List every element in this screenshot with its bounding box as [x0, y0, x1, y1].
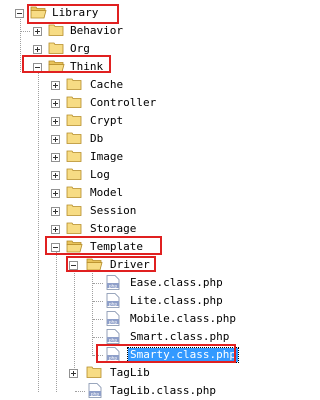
folder-icon — [66, 168, 82, 180]
tree-node-behavior[interactable]: Behavior — [0, 22, 300, 40]
collapse-toggle[interactable] — [15, 9, 24, 18]
tree-node-session[interactable]: Session — [0, 202, 300, 220]
tree-guide — [93, 319, 103, 320]
folder-icon — [66, 96, 82, 108]
node-label: TagLib — [110, 366, 150, 379]
node-label: Ease.class.php — [130, 276, 223, 289]
node-label: Db — [90, 132, 104, 145]
expand-toggle[interactable] — [51, 189, 60, 198]
folder-icon — [66, 222, 82, 234]
svg-text:php: php — [109, 319, 118, 325]
tree-guide — [93, 337, 103, 338]
expand-toggle[interactable] — [51, 207, 60, 216]
folder-icon — [66, 150, 82, 162]
node-label: Crypt — [90, 114, 124, 127]
highlight-box — [22, 55, 111, 73]
php-file-icon: php — [106, 329, 120, 344]
expand-toggle[interactable] — [51, 99, 60, 108]
highlight-box — [66, 256, 156, 272]
node-label: Smart.class.php — [130, 330, 230, 343]
highlight-box — [45, 236, 162, 255]
php-file-icon: php — [106, 275, 120, 290]
folder-icon — [48, 42, 64, 54]
node-label: Org — [70, 42, 90, 55]
tree-node-crypt[interactable]: Crypt — [0, 112, 300, 130]
node-label: Lite.class.php — [130, 294, 223, 307]
folder-icon — [66, 204, 82, 216]
expand-toggle[interactable] — [51, 225, 60, 234]
expand-toggle[interactable] — [51, 171, 60, 180]
php-file-icon: php — [88, 383, 102, 398]
folder-icon — [86, 366, 102, 378]
tree-file-ease[interactable]: php Ease.class.php — [0, 274, 300, 292]
tree-guide — [93, 283, 103, 284]
tree-guide — [75, 391, 85, 392]
folder-icon — [66, 186, 82, 198]
node-label: Model — [90, 186, 124, 199]
svg-text:php: php — [109, 283, 118, 289]
node-label: Log — [90, 168, 110, 181]
node-label: Session — [90, 204, 137, 217]
tree-node-log[interactable]: Log — [0, 166, 300, 184]
node-label: Mobile.class.php — [130, 312, 236, 325]
svg-text:php: php — [109, 337, 118, 343]
tree-file-lite[interactable]: php Lite.class.php — [0, 292, 300, 310]
expand-toggle[interactable] — [69, 369, 78, 378]
folder-icon — [66, 78, 82, 90]
node-label: Behavior — [70, 24, 123, 37]
node-label: TagLib.class.php — [110, 384, 216, 397]
php-file-icon: php — [106, 293, 120, 308]
svg-text:php: php — [91, 391, 100, 397]
php-file-icon: php — [106, 311, 120, 326]
tree-guide — [20, 31, 30, 32]
tree-node-taglib[interactable]: TagLib — [0, 364, 300, 382]
folder-icon — [66, 132, 82, 144]
tree-node-cache[interactable]: Cache — [0, 76, 300, 94]
tree-file-mobile[interactable]: php Mobile.class.php — [0, 310, 300, 328]
tree-node-model[interactable]: Model — [0, 184, 300, 202]
tree-file-taglib[interactable]: php TagLib.class.php — [0, 382, 300, 400]
node-label: Storage — [90, 222, 137, 235]
tree-node-db[interactable]: Db — [0, 130, 300, 148]
node-label: Controller — [90, 96, 157, 109]
tree-node-controller[interactable]: Controller — [0, 94, 300, 112]
expand-toggle[interactable] — [33, 27, 42, 36]
node-label: Cache — [90, 78, 124, 91]
expand-toggle[interactable] — [51, 117, 60, 126]
svg-text:php: php — [109, 301, 118, 307]
expand-toggle[interactable] — [33, 45, 42, 54]
tree-guide — [93, 301, 103, 302]
folder-icon — [48, 24, 64, 36]
expand-toggle[interactable] — [51, 135, 60, 144]
folder-icon — [66, 114, 82, 126]
expand-toggle[interactable] — [51, 153, 60, 162]
highlight-box — [27, 4, 119, 24]
node-label: Image — [90, 150, 124, 163]
expand-toggle[interactable] — [51, 81, 60, 90]
tree-node-image[interactable]: Image — [0, 148, 300, 166]
highlight-box — [96, 344, 236, 363]
